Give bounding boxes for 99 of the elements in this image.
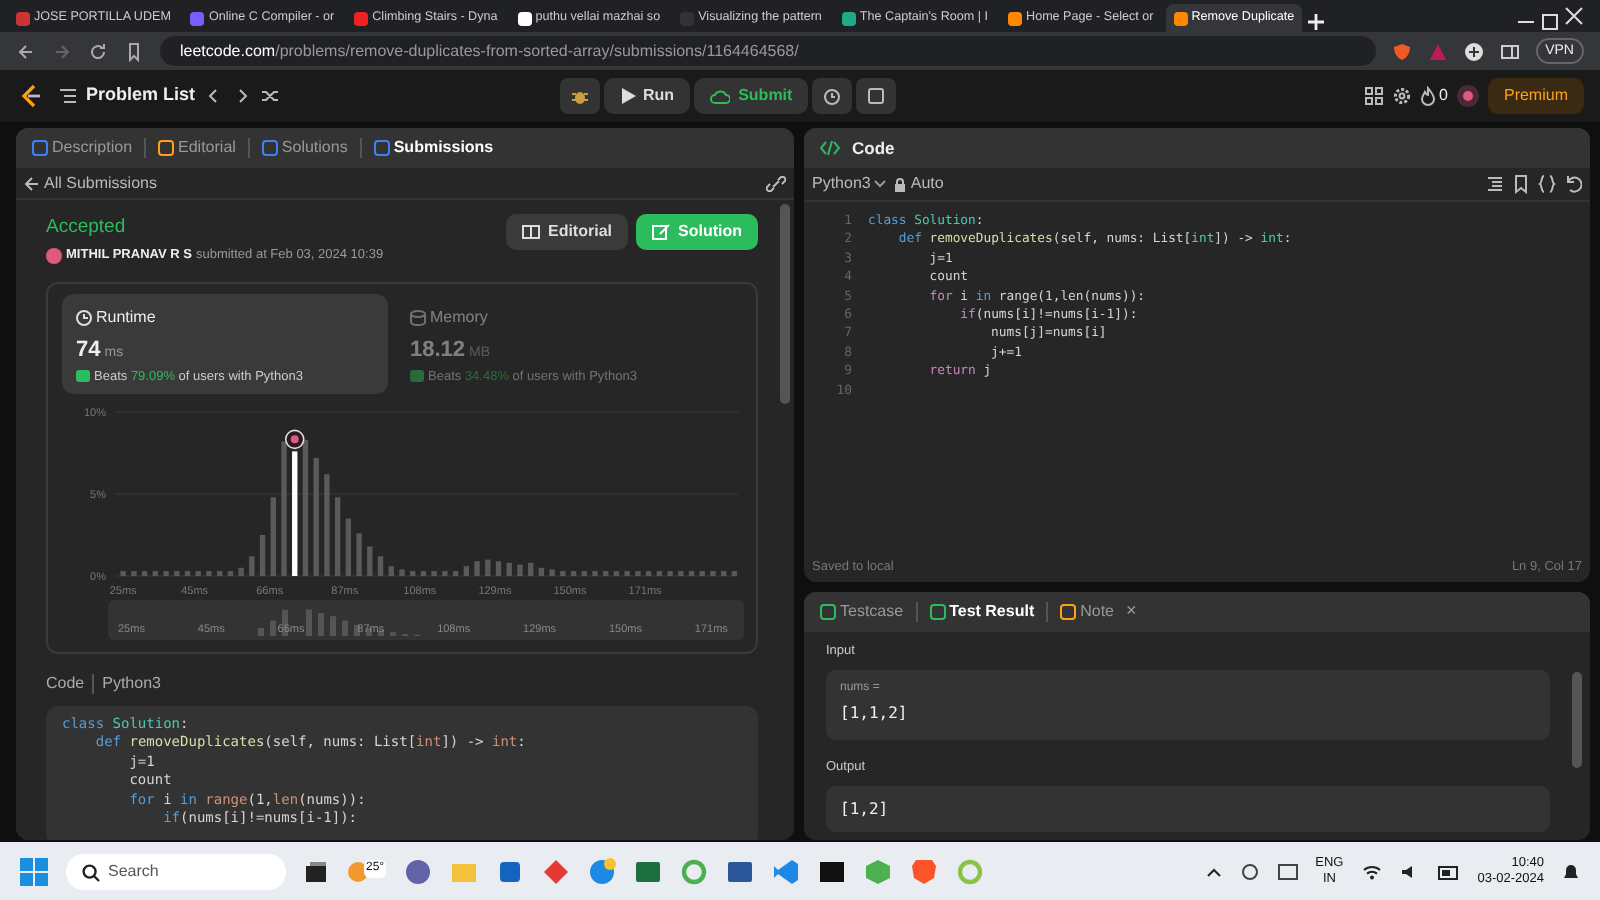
avatar-icon bbox=[46, 248, 62, 265]
note-button[interactable] bbox=[856, 78, 897, 114]
sidebar-icon[interactable] bbox=[1499, 41, 1520, 61]
edit-icon bbox=[652, 224, 670, 240]
scrollbar[interactable] bbox=[780, 204, 790, 404]
rounded-square-icon bbox=[820, 604, 836, 620]
maximize-icon[interactable] bbox=[1540, 12, 1560, 32]
diamond-icon[interactable] bbox=[542, 858, 571, 886]
chat-icon[interactable] bbox=[404, 858, 433, 886]
book-icon bbox=[521, 224, 540, 240]
panel-tab[interactable]: Submissions bbox=[373, 136, 494, 160]
list-icon[interactable] bbox=[58, 86, 78, 106]
editorial-button[interactable]: Editorial bbox=[505, 214, 628, 250]
cloud-upload-icon bbox=[710, 88, 731, 104]
bookmark-icon[interactable] bbox=[124, 41, 144, 61]
close-icon[interactable] bbox=[1564, 6, 1584, 26]
code-icon bbox=[820, 140, 840, 156]
chevron-up-icon[interactable] bbox=[1205, 866, 1222, 878]
language-dropdown[interactable]: Python3 bbox=[812, 172, 887, 196]
terminal-icon[interactable] bbox=[818, 858, 847, 886]
format-icon[interactable] bbox=[1486, 174, 1504, 194]
play-icon bbox=[619, 88, 636, 104]
address-bar[interactable]: leetcode.com/problems/remove-duplicates-from-sorted-array/submissions/1164464568/ bbox=[160, 36, 1376, 66]
section-label: Code bbox=[46, 672, 85, 696]
braces-icon[interactable] bbox=[1538, 174, 1556, 194]
tab-favicon-icon bbox=[190, 11, 205, 25]
status-label: Accepted bbox=[46, 214, 128, 242]
lock-icon bbox=[894, 177, 907, 191]
start-icon[interactable] bbox=[20, 858, 48, 886]
back-link[interactable]: All Submissions bbox=[24, 171, 157, 195]
submit-button[interactable]: Submit bbox=[694, 78, 809, 114]
store-icon[interactable] bbox=[496, 858, 525, 886]
rounded-square-icon bbox=[373, 140, 390, 156]
rounded-square-icon bbox=[158, 140, 175, 156]
stat-value: 18.12 bbox=[410, 336, 466, 366]
database-icon bbox=[410, 310, 426, 326]
back-icon[interactable] bbox=[16, 41, 36, 61]
panel-tab[interactable]: Note bbox=[1060, 600, 1115, 624]
keyboard-icon[interactable] bbox=[1277, 864, 1298, 880]
undo-icon[interactable] bbox=[1564, 174, 1582, 194]
problem-list-link[interactable]: Problem List bbox=[86, 82, 196, 110]
rounded-square-icon bbox=[261, 140, 278, 156]
rounded-square-icon bbox=[929, 604, 946, 620]
close-tab-icon[interactable]: × bbox=[1126, 598, 1137, 626]
tab-favicon-icon bbox=[16, 11, 30, 25]
note-icon bbox=[866, 86, 887, 106]
logo-icon bbox=[16, 82, 42, 110]
tab-favicon-icon bbox=[841, 11, 856, 25]
panel-tab[interactable]: Editorial bbox=[158, 136, 236, 160]
tab-favicon-icon bbox=[517, 11, 532, 25]
scrollbar[interactable] bbox=[1572, 672, 1582, 768]
stat-title: Runtime bbox=[96, 306, 156, 330]
notification-bell-icon[interactable] bbox=[1562, 862, 1580, 882]
globe-icon[interactable] bbox=[588, 858, 617, 886]
settings-icon[interactable] bbox=[1391, 86, 1412, 106]
search-field[interactable]: Search bbox=[66, 854, 286, 890]
reload-icon[interactable] bbox=[88, 41, 108, 61]
task-view-icon[interactable] bbox=[304, 860, 328, 884]
back-arrow-icon bbox=[24, 175, 40, 191]
flame-icon[interactable] bbox=[1419, 86, 1436, 106]
panel-title: Code bbox=[852, 135, 895, 161]
alarm-button[interactable] bbox=[812, 78, 853, 114]
parameter-value: [1,1,2] bbox=[840, 701, 910, 726]
spreadsheet-icon[interactable] bbox=[634, 858, 663, 886]
stat-title: Memory bbox=[430, 306, 488, 330]
document-icon[interactable] bbox=[726, 858, 755, 886]
stat-value: 74 bbox=[76, 336, 101, 366]
run-button[interactable]: Run bbox=[603, 78, 691, 114]
rounded-square-icon bbox=[32, 140, 48, 156]
clock-icon bbox=[76, 310, 92, 326]
battery-icon[interactable] bbox=[1437, 865, 1460, 879]
bookmark-icon[interactable] bbox=[1512, 174, 1530, 194]
panel-tab[interactable]: Test Result bbox=[929, 600, 1035, 624]
mode-toggle[interactable]: Auto bbox=[894, 172, 944, 196]
panel-tab[interactable]: Solutions bbox=[261, 136, 348, 160]
rounded-square-icon bbox=[1060, 604, 1077, 620]
search-icon bbox=[82, 863, 100, 881]
new-tab-icon[interactable] bbox=[1306, 12, 1327, 32]
streak-count: 0 bbox=[1439, 84, 1448, 108]
layout-icon[interactable] bbox=[1363, 86, 1384, 106]
output-value: [1,2] bbox=[826, 785, 1550, 831]
premium-button[interactable]: Premium bbox=[1487, 78, 1584, 114]
bug-icon bbox=[569, 86, 590, 106]
shuffle-icon[interactable] bbox=[259, 86, 280, 106]
tab-favicon-icon bbox=[1173, 11, 1188, 25]
panel-tab[interactable]: Testcase bbox=[820, 600, 904, 624]
avatar-icon[interactable] bbox=[1455, 84, 1480, 108]
wifi-icon[interactable] bbox=[1361, 864, 1382, 880]
shield-icon[interactable] bbox=[1391, 41, 1412, 61]
debug-button[interactable] bbox=[559, 78, 600, 114]
link-icon[interactable] bbox=[766, 175, 786, 191]
extension-icon[interactable] bbox=[1463, 41, 1484, 61]
language-label: Python3 bbox=[102, 672, 161, 696]
tab-favicon-icon bbox=[1008, 11, 1023, 25]
caret-icon bbox=[874, 180, 887, 188]
alarm-icon bbox=[822, 86, 843, 106]
avatar-marker bbox=[284, 429, 305, 450]
panel-tab[interactable]: Description bbox=[32, 136, 133, 160]
tab-favicon-icon bbox=[354, 11, 369, 25]
